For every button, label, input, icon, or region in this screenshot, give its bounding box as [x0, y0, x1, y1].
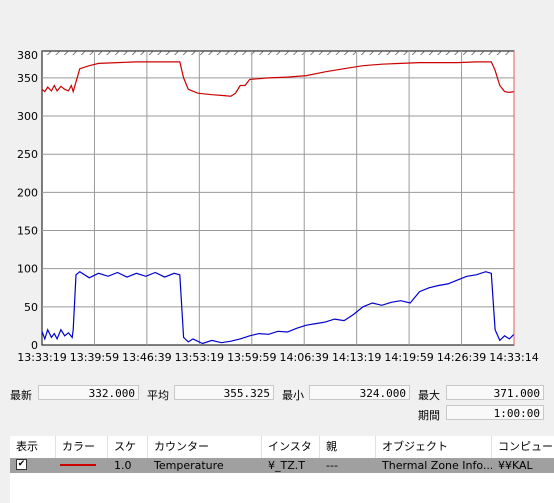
color-swatch: [60, 464, 96, 466]
row-counter: Temperature: [154, 459, 224, 472]
duration-value: 1:00:00: [446, 405, 544, 420]
x-tick-label: 13:53:19: [175, 351, 224, 364]
latest-label: 最新: [10, 389, 32, 402]
perf-chart: 050100150200250300350380 13:33:19 13:39:5…: [17, 49, 539, 364]
duration-label: 期間: [418, 409, 440, 422]
y-tick-label: 350: [17, 72, 38, 85]
row-parent: ---: [326, 459, 338, 472]
header-show[interactable]: 表示: [10, 436, 56, 458]
row-computer: ¥¥KAL: [498, 459, 533, 472]
header-object[interactable]: オブジェクト: [376, 436, 492, 458]
x-axis-ticks: 13:33:19 13:39:59 13:46:39 13:53:19 13:59:59…: [17, 351, 538, 364]
show-checkbox[interactable]: ✔: [16, 459, 27, 470]
header-instance[interactable]: インスタ: [262, 436, 320, 458]
counter-table[interactable]: 表示 カラー スケ カウンター インスタ 親 オブジェクト コンピュータ ✔ 1…: [10, 436, 554, 503]
x-tick-label: 13:33:19: [17, 351, 66, 364]
y-tick-label: 200: [17, 186, 38, 199]
header-scale[interactable]: スケ: [108, 436, 148, 458]
min-value: 324.000: [309, 385, 410, 400]
max-value: 371.000: [446, 385, 544, 400]
y-axis-ticks: 050100150200250300350380: [17, 49, 38, 352]
row-scale: 1.0: [114, 459, 132, 472]
y-tick-label: 300: [17, 110, 38, 123]
plot-area: [41, 50, 515, 346]
x-tick-label: 14:19:59: [384, 351, 433, 364]
latest-value: 332.000: [38, 385, 139, 400]
y-tick-label: 250: [17, 148, 38, 161]
y-tick-label: 150: [17, 225, 38, 238]
average-label: 平均: [147, 389, 169, 402]
x-tick-label: 14:13:19: [332, 351, 381, 364]
y-tick-label: 100: [17, 263, 38, 276]
average-value: 355.325: [174, 385, 274, 400]
x-tick-label: 14:06:39: [280, 351, 329, 364]
x-tick-label: 14:26:39: [437, 351, 486, 364]
max-label: 最大: [418, 389, 440, 402]
header-computer[interactable]: コンピュータ: [492, 436, 554, 458]
min-label: 最小: [282, 389, 304, 402]
y-tick-label: 380: [17, 49, 38, 62]
x-tick-label: 13:59:59: [227, 351, 276, 364]
x-tick-label: 13:46:39: [122, 351, 171, 364]
overflow-band: [42, 51, 514, 55]
header-color[interactable]: カラー: [56, 436, 108, 458]
row-object: Thermal Zone Info...: [382, 459, 492, 472]
row-instance: ¥_TZ.T: [268, 459, 305, 472]
header-parent[interactable]: 親: [320, 436, 376, 458]
y-tick-label: 50: [24, 301, 38, 314]
table-row[interactable]: ✔ 1.0 Temperature ¥_TZ.T --- Thermal Zon…: [10, 458, 554, 473]
header-counter[interactable]: カウンター: [148, 436, 262, 458]
x-tick-label: 14:33:14: [489, 351, 538, 364]
x-tick-label: 13:39:59: [70, 351, 119, 364]
stats-bar: 最新 332.000 平均 355.325 最小 324.000 最大 371.…: [0, 383, 554, 425]
